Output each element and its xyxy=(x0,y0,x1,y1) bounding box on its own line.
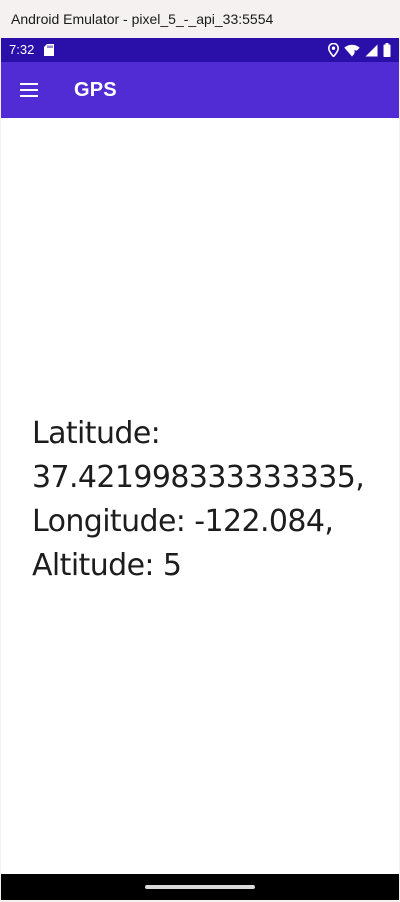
main-content: Latitude: 37.421998333333335, Longitude:… xyxy=(1,118,399,874)
status-icons xyxy=(328,38,391,62)
status-time: 7:32 xyxy=(9,42,35,57)
signal-icon xyxy=(365,44,378,56)
home-gesture-handle[interactable] xyxy=(145,885,255,889)
longitude-label: Longitude: -122.084, xyxy=(32,504,334,539)
location-icon xyxy=(328,43,339,57)
menu-button[interactable] xyxy=(15,76,43,104)
battery-icon xyxy=(383,43,391,57)
emulator-window-title: Android Emulator - pixel_5_-_api_33:5554 xyxy=(0,0,400,38)
latitude-value: 37.421998333333335, xyxy=(32,460,365,495)
page-title: GPS xyxy=(74,79,117,101)
gps-location-label: Latitude: 37.421998333333335, Longitude:… xyxy=(32,412,382,588)
latitude-label: Latitude: xyxy=(32,416,161,451)
app-bar: GPS xyxy=(1,62,399,118)
navigation-bar xyxy=(1,874,399,900)
wifi-icon xyxy=(344,44,360,56)
device-screen: 7:32 GPS Latitude: 37.421998333333335, L… xyxy=(1,38,399,900)
status-bar: 7:32 xyxy=(1,38,399,62)
sd-card-icon xyxy=(44,44,54,56)
altitude-label: Altitude: 5 xyxy=(32,548,182,583)
hamburger-menu-icon xyxy=(20,83,38,97)
